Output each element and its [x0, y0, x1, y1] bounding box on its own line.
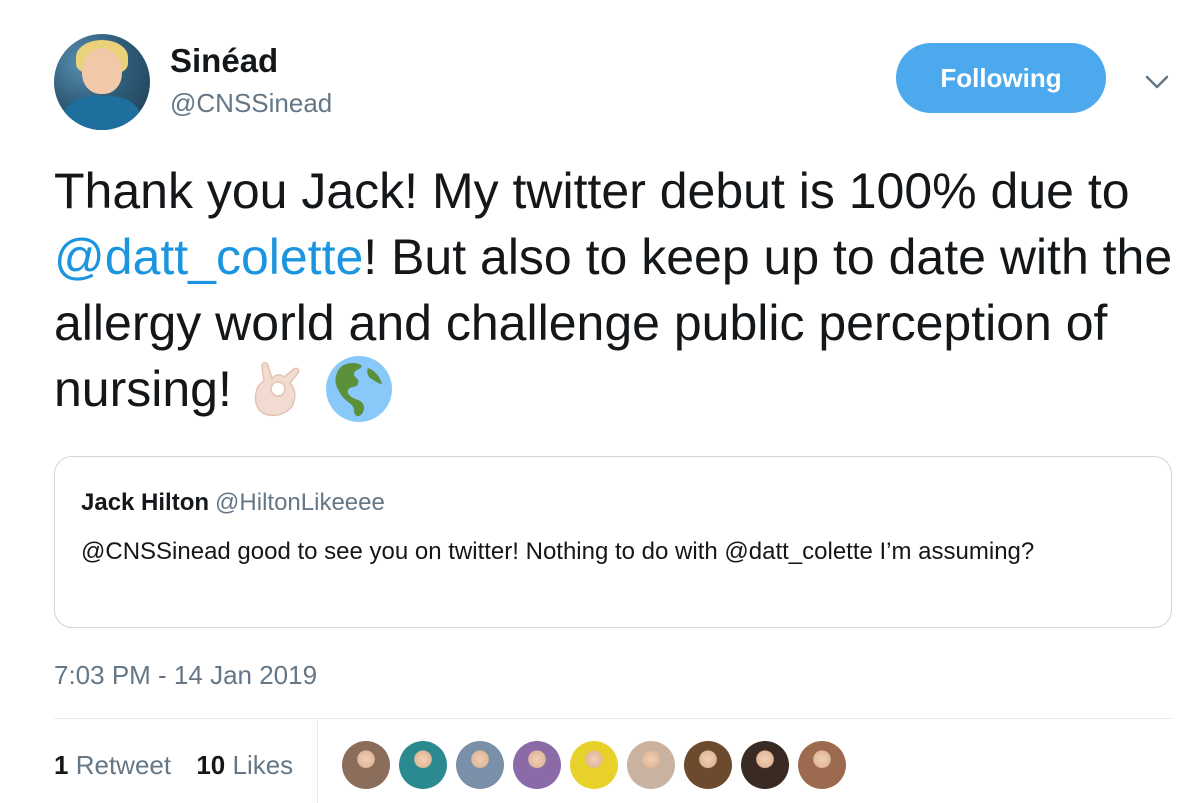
avatar-face: [82, 48, 122, 94]
liker-avatar[interactable]: [513, 741, 561, 789]
quoted-tweet-card[interactable]: Jack Hilton @HiltonLikeeee @CNSSinead goo…: [54, 456, 1172, 628]
liker-avatar[interactable]: [456, 741, 504, 789]
author-avatar[interactable]: [54, 34, 150, 130]
tweet-text-part1: Thank you Jack! My twitter debut is 100%…: [54, 163, 1130, 219]
author-name[interactable]: Sinéad: [170, 42, 278, 80]
liker-avatar[interactable]: [627, 741, 675, 789]
tweet-detail: Sinéad @CNSSinead Following Thank you Ja…: [0, 0, 1196, 803]
quoted-tweet-handle: @HiltonLikeeee: [215, 489, 385, 516]
stats-vertical-divider: [317, 718, 318, 803]
liker-avatar[interactable]: [684, 741, 732, 789]
liker-avatar[interactable]: [342, 741, 390, 789]
liker-avatar[interactable]: [570, 741, 618, 789]
ok-hand-emoji: [254, 361, 300, 416]
tweet-text: Thank you Jack! My twitter debut is 100%…: [54, 158, 1184, 428]
liker-avatar[interactable]: [741, 741, 789, 789]
stats-divider: [54, 718, 1172, 719]
quoted-tweet-text: @CNSSinead good to see you on twitter! N…: [81, 538, 1035, 565]
retweet-label: Retweet: [75, 750, 172, 780]
likes-label: Likes: [232, 750, 294, 780]
author-handle[interactable]: @CNSSinead: [170, 88, 332, 119]
retweet-stat[interactable]: 1 Retweet: [54, 750, 171, 780]
retweet-count: 1: [54, 750, 69, 780]
likes-stat[interactable]: 10 Likes: [196, 750, 293, 780]
tweet-timestamp[interactable]: 7:03 PM - 14 Jan 2019: [54, 660, 317, 691]
following-button[interactable]: Following: [896, 43, 1106, 113]
liker-avatars: [342, 741, 855, 789]
liker-avatar[interactable]: [798, 741, 846, 789]
globe-americas-emoji: [325, 355, 392, 422]
avatar-shirt: [64, 96, 140, 130]
quoted-tweet-name: Jack Hilton: [81, 489, 210, 516]
chevron-down-icon[interactable]: [1140, 68, 1174, 94]
quoted-tweet-author: Jack Hilton @HiltonLikeeee: [81, 489, 385, 517]
tweet-stats: 1 Retweet 10 Likes: [54, 750, 293, 781]
like-count: 10: [196, 750, 226, 780]
tweet-mention-link[interactable]: @datt_colette: [54, 229, 363, 285]
liker-avatar[interactable]: [399, 741, 447, 789]
